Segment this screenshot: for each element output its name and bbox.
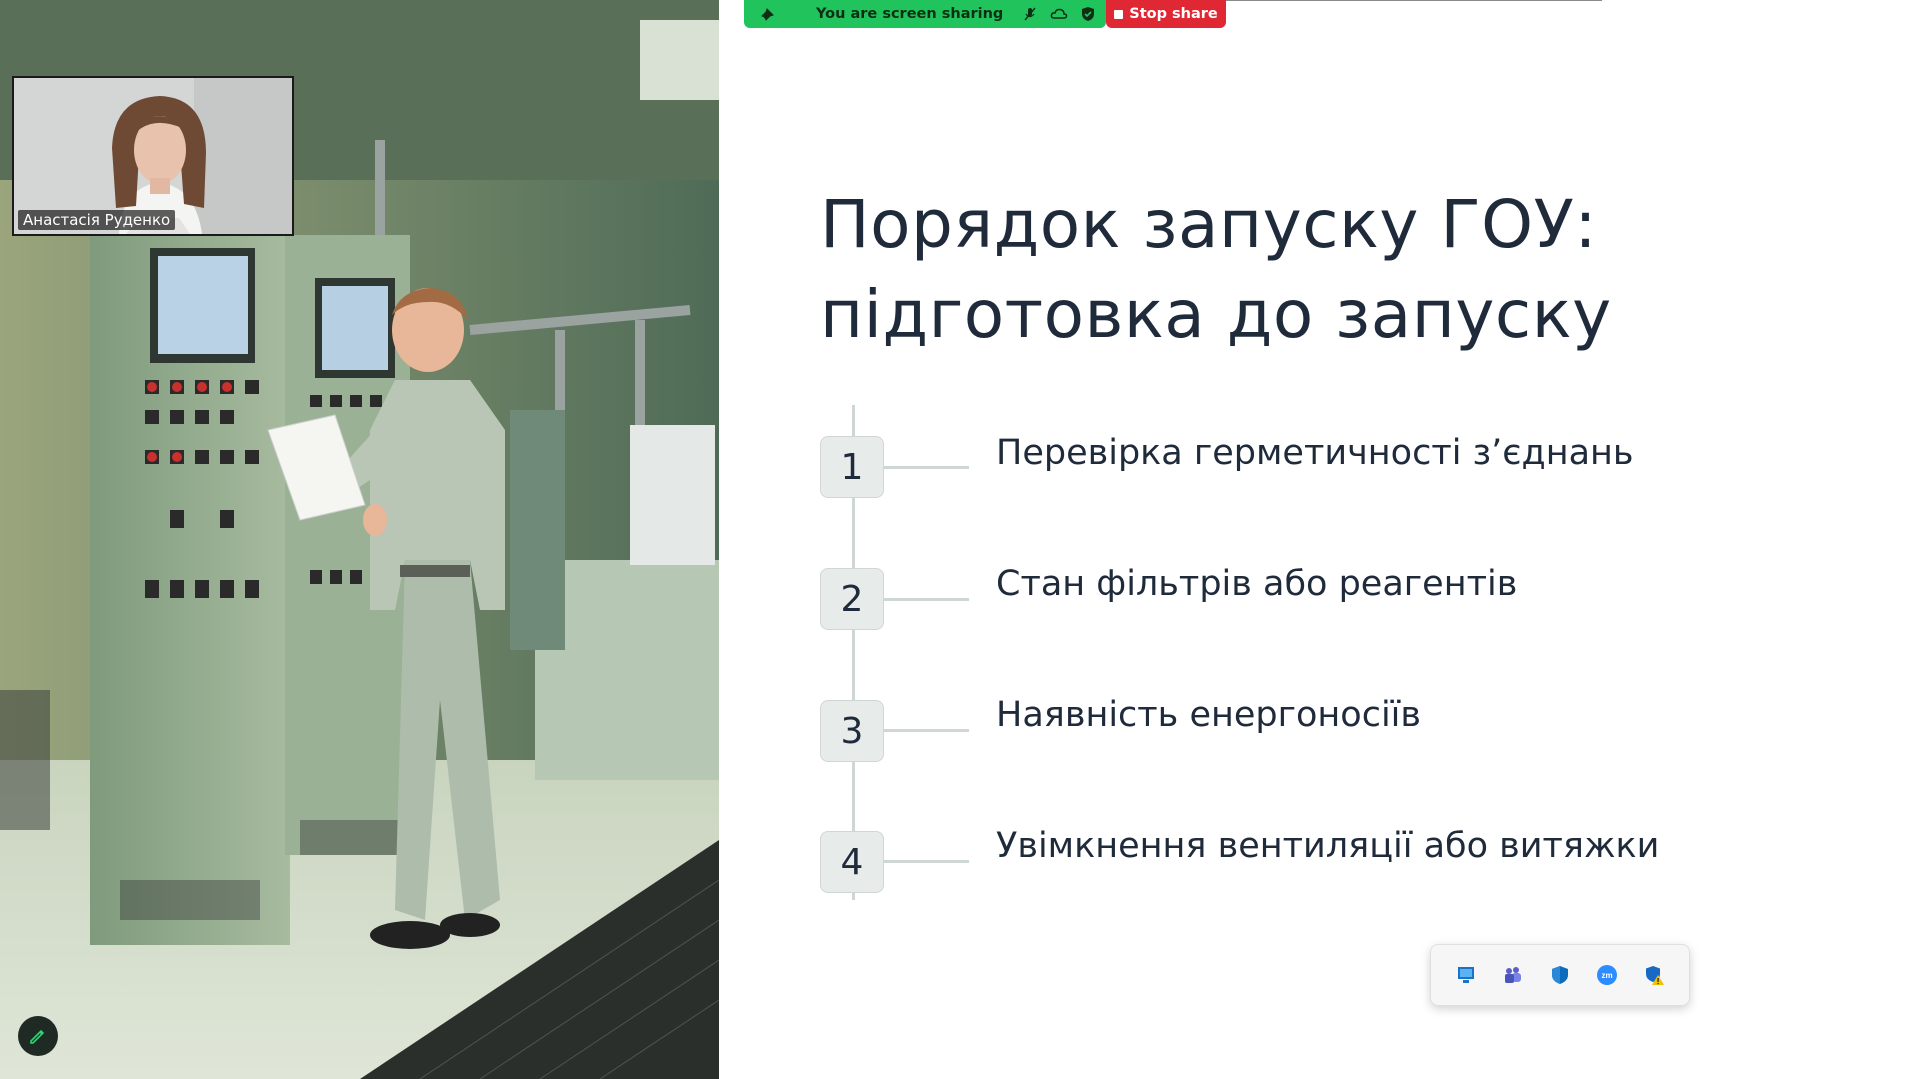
slide-title: Порядок запуску ГОУ: підготовка до запус… xyxy=(820,180,1612,360)
system-tray-overflow: zm xyxy=(1430,944,1690,1006)
step-text: Перевірка герметичності з’єднань xyxy=(996,433,1634,473)
screen-sharing-bar[interactable]: You are screen sharing xyxy=(744,0,1106,28)
participant-name-label: Анастасія Руденко xyxy=(18,210,176,230)
defender-icon[interactable] xyxy=(1547,962,1573,988)
screen-sharing-status: You are screen sharing xyxy=(816,6,1004,22)
stop-share-label: Stop share xyxy=(1129,6,1218,22)
step-text: Наявність енергоносіїв xyxy=(996,695,1422,735)
cloud-icon[interactable] xyxy=(1050,6,1068,22)
pin-icon[interactable] xyxy=(760,6,776,22)
window-top-border xyxy=(1226,0,1602,1)
step-number-box: 3 xyxy=(820,700,884,762)
step-connector xyxy=(884,729,969,732)
remote-desktop-icon[interactable] xyxy=(1453,962,1479,988)
step-number-box: 2 xyxy=(820,568,884,630)
security-warning-icon[interactable] xyxy=(1641,962,1667,988)
mic-off-icon[interactable] xyxy=(1022,6,1038,22)
teams-icon[interactable] xyxy=(1500,962,1526,988)
shield-check-icon[interactable] xyxy=(1080,6,1096,22)
zoom-icon[interactable]: zm xyxy=(1594,962,1620,988)
slide-title-line-2: підготовка до запуску xyxy=(820,276,1612,353)
slide-photo-industrial-room: Анастасія Руденко xyxy=(0,0,719,1079)
step-connector xyxy=(884,466,969,469)
step-text: Стан фільтрів або реагентів xyxy=(996,564,1518,604)
svg-text:zm: zm xyxy=(1601,971,1612,980)
annotate-button[interactable] xyxy=(18,1016,58,1056)
participant-video-tile[interactable]: Анастасія Руденко xyxy=(12,76,294,236)
slide-title-line-1: Порядок запуску ГОУ: xyxy=(820,186,1598,263)
step-connector xyxy=(884,860,969,863)
step-number-box: 4 xyxy=(820,831,884,893)
step-connector xyxy=(884,598,969,601)
stop-icon xyxy=(1114,9,1124,19)
pencil-icon xyxy=(30,1029,45,1044)
step-number-box: 1 xyxy=(820,436,884,498)
step-text: Увімкнення вентиляції або витяжки xyxy=(996,826,1660,866)
stop-share-button[interactable]: Stop share xyxy=(1106,0,1226,28)
